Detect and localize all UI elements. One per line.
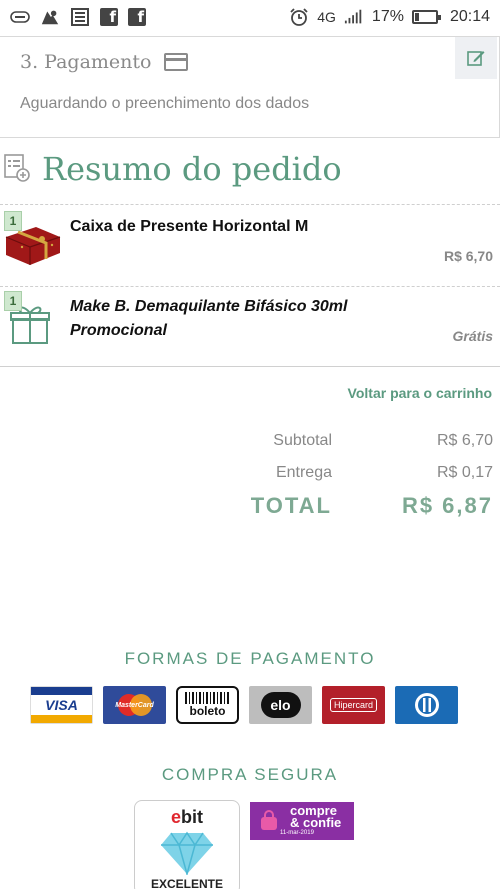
summary-title: Resumo do pedido [42, 150, 342, 188]
payment-logos: VISA MasterCard boleto elo Hipercard [30, 686, 458, 724]
battery-percent: 17% [371, 8, 404, 25]
payment-step-title: 3. Pagamento [20, 51, 188, 73]
item-name-line: Make B. Demaquilante Bifásico 30ml [70, 298, 348, 315]
ebit-badge: ebit EXCELENTE [134, 800, 240, 889]
subtotal-label: Subtotal [273, 432, 332, 449]
total-value: R$ 6,87 [401, 493, 493, 518]
shopping-bag-icon [258, 810, 280, 832]
cart-item: 1 Make B. Demaquilante Bifásico 30ml Pro… [0, 287, 500, 367]
visa-logo: VISA [30, 686, 93, 724]
quantity-badge: 1 [4, 211, 22, 231]
subtotal-value: R$ 6,70 [436, 432, 493, 449]
status-bar: f f 4G 17% 20:14 [0, 0, 500, 34]
summary-header: Resumo do pedido [0, 150, 342, 188]
elo-logo: elo [249, 686, 312, 724]
item-price: R$ 6,70 [443, 248, 493, 264]
keyboard-icon [10, 7, 30, 27]
item-name: Make B. Demaquilante Bifásico 30ml Promo… [70, 295, 347, 343]
news-icon [70, 7, 90, 27]
mastercard-logo: MasterCard [103, 686, 166, 724]
compre-date: 11-mar-2019 [280, 830, 314, 836]
payment-title-text: 3. Pagamento [20, 51, 152, 73]
network-type: 4G [317, 9, 336, 25]
facebook-icon: f [128, 8, 146, 26]
diamond-icon [157, 831, 217, 877]
payment-status-text: Aguardando o preenchimento dos dados [20, 95, 310, 112]
quantity-badge: 1 [4, 291, 22, 311]
hipercard-logo: Hipercard [322, 686, 385, 724]
ebit-rating-label: EXCELENTE [150, 877, 223, 889]
confie-text: & confie [290, 815, 342, 830]
payment-methods-title: FORMAS DE PAGAMENTO [124, 649, 376, 668]
total-label: TOTAL [250, 493, 332, 518]
notification-icon [40, 7, 60, 27]
divider [0, 366, 500, 367]
battery-icon [411, 10, 441, 24]
delivery-label: Entrega [275, 464, 332, 481]
credit-card-icon [163, 53, 188, 71]
ebit-logo-text: ebit [170, 807, 203, 827]
edit-payment-button[interactable] [455, 37, 497, 79]
delivery-value: R$ 0,17 [436, 464, 493, 481]
alarm-icon [289, 7, 309, 27]
secure-purchase-title: COMPRA SEGURA [161, 765, 339, 784]
cart-item: 1 Caixa de Presente Horizontal M R$ 6,70 [0, 205, 500, 285]
item-price: Grátis [452, 328, 493, 344]
edit-icon [467, 51, 485, 66]
boleto-logo: boleto [176, 686, 239, 724]
signal-icon [344, 7, 364, 27]
item-name: Caixa de Presente Horizontal M [70, 218, 309, 235]
compre-confie-badge: compre & confie 11-mar-2019 [250, 802, 354, 840]
order-list-icon [4, 152, 30, 187]
clock: 20:14 [449, 8, 490, 25]
diners-logo [395, 686, 458, 724]
item-name-line: Promocional [70, 322, 167, 339]
facebook-icon: f [100, 8, 118, 26]
back-to-cart-link[interactable]: Voltar para o carrinho [348, 385, 492, 401]
payment-step-card: 3. Pagamento Aguardando o preenchimento … [0, 36, 500, 138]
